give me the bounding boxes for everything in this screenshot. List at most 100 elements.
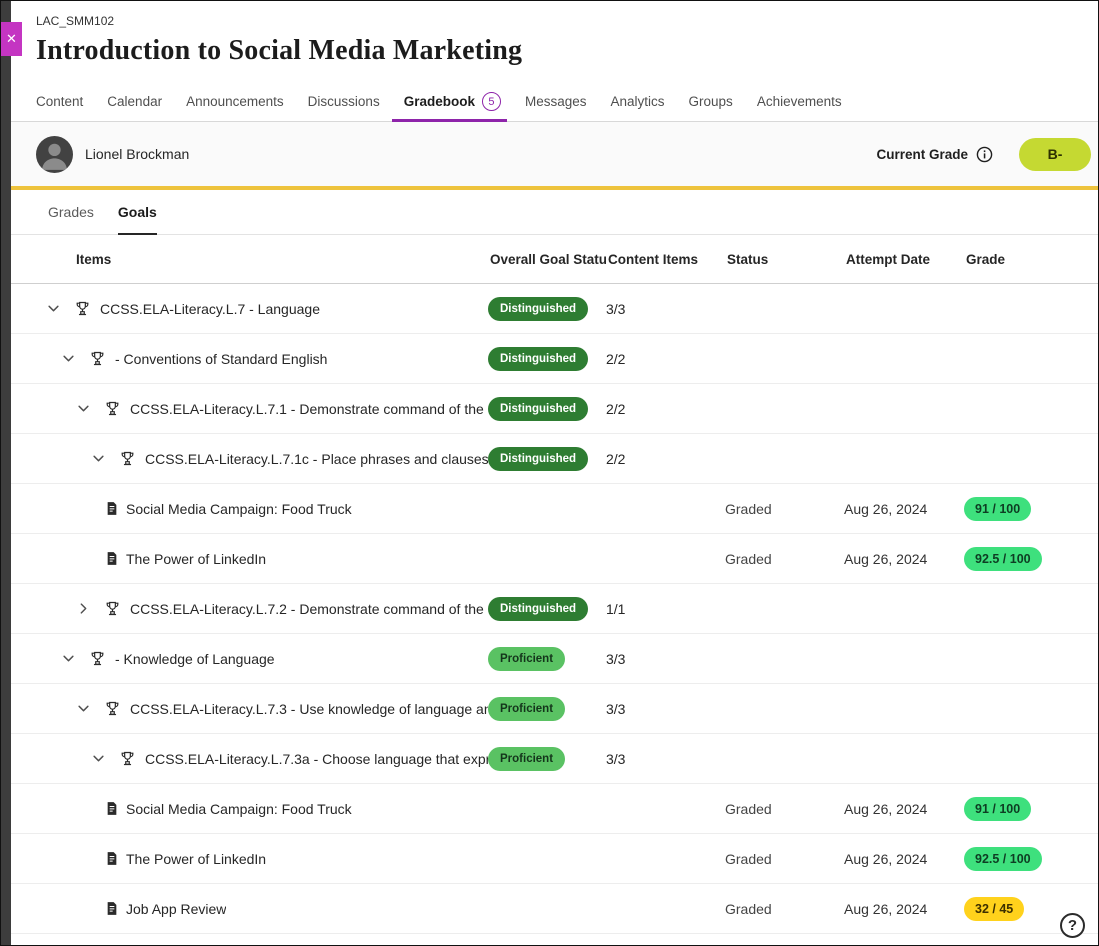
goal-row: - Knowledge of LanguageProficient3/3 [11,634,1098,684]
items-cell: CCSS.ELA-Literacy.L.7.3a - Choose langua… [11,750,488,767]
goal-trophy-icon [74,300,91,317]
attempt-date-cell: Aug 26, 2024 [844,551,964,567]
grade-cell: 92.5 / 100 [964,847,1098,871]
collapse-chevron-icon[interactable] [46,301,61,316]
items-cell: CCSS.ELA-Literacy.L.7.3 - Use knowledge … [11,700,488,717]
content-items-count: 3/3 [606,651,725,667]
student-name: Lionel Brockman [85,146,189,162]
goal-label: CCSS.ELA-Literacy.L.7.2 - Demonstrate co… [130,601,488,617]
collapse-chevron-icon[interactable] [61,351,76,366]
goal-row: CCSS.ELA-Literacy.L.7.1 - Demonstrate co… [11,384,1098,434]
content-items-count: 3/3 [606,751,725,767]
goal-status-badge: Distinguished [488,297,588,321]
grade-pill[interactable]: 32 / 45 [964,897,1024,921]
status-cell: Graded [725,901,844,917]
goal-trophy-icon [119,450,136,467]
content-item-link[interactable]: Social Media Campaign: Food Truck [126,501,352,517]
tab-achievements[interactable]: Achievements [745,82,854,121]
tab-messages[interactable]: Messages [513,82,599,121]
attempt-date-cell: Aug 26, 2024 [844,801,964,817]
nav-item-label: Discussions [308,94,380,109]
panel-close-button[interactable]: ✕ [1,22,22,56]
content-items-count: 2/2 [606,351,725,367]
subtab-goals[interactable]: Goals [118,190,157,234]
items-cell: Social Media Campaign: Food Truck [11,800,488,817]
info-icon[interactable] [976,146,993,163]
content-items-count: 2/2 [606,401,725,417]
tab-analytics[interactable]: Analytics [599,82,677,121]
content-item-link[interactable]: The Power of LinkedIn [126,551,266,567]
goal-status-badge: Distinguished [488,447,588,471]
attempt-date-cell: Aug 26, 2024 [844,501,964,517]
content-items-count: 3/3 [606,701,725,717]
column-header-attempt-date: Attempt Date [844,252,964,267]
subtab-grades[interactable]: Grades [48,190,94,234]
items-cell: Social Media Campaign: Food Truck [11,500,488,517]
column-header-items: Items [11,252,488,267]
status-cell: Graded [725,851,844,867]
goal-status-cell: Proficient [488,697,606,721]
column-header-overall-goal-status: Overall Goal Status [488,252,606,267]
goal-row: CCSS.ELA-Literacy.L.7.3a - Choose langua… [11,734,1098,784]
goals-table-header: ItemsOverall Goal StatusContent ItemsSta… [11,235,1098,284]
content-item-link[interactable]: Job App Review [126,901,226,917]
goal-trophy-icon [104,700,121,717]
avatar [36,136,73,173]
items-cell: Job App Review [11,900,488,917]
nav-item-label: Analytics [611,94,665,109]
current-grade-pill[interactable]: B- [1019,138,1091,171]
goal-status-cell: Distinguished [488,597,606,621]
item-row: The Power of LinkedInGradedAug 26, 20249… [11,834,1098,884]
grade-pill[interactable]: 91 / 100 [964,797,1031,821]
gradebook-subtabs: Grades Goals [11,190,1098,235]
goal-status-cell: Proficient [488,647,606,671]
column-header-grade: Grade [964,252,1098,267]
goal-label: CCSS.ELA-Literacy.L.7.1 - Demonstrate co… [130,401,488,417]
tab-groups[interactable]: Groups [677,82,745,121]
document-icon [104,800,120,817]
goal-status-badge: Distinguished [488,597,588,621]
document-icon [104,900,120,917]
goal-status-badge: Proficient [488,697,565,721]
goal-label: CCSS.ELA-Literacy.L.7.3a - Choose langua… [145,751,488,767]
document-icon [104,500,120,517]
collapse-chevron-icon[interactable] [91,751,106,766]
items-cell: CCSS.ELA-Literacy.L.7.1c - Place phrases… [11,450,488,467]
collapse-chevron-icon[interactable] [76,701,91,716]
content-item-link[interactable]: The Power of LinkedIn [126,851,266,867]
nav-item-label: Groups [689,94,733,109]
tab-discussions[interactable]: Discussions [296,82,392,121]
course-panel: LAC_SMM102 Introduction to Social Media … [11,1,1098,945]
goal-row: CCSS.ELA-Literacy.L.7.1c - Place phrases… [11,434,1098,484]
goal-trophy-icon [119,750,136,767]
collapse-chevron-icon[interactable] [61,651,76,666]
goal-status-cell: Distinguished [488,397,606,421]
items-cell: The Power of LinkedIn [11,550,488,567]
goal-status-cell: Proficient [488,747,606,771]
page-title: Introduction to Social Media Marketing [36,35,1073,67]
grade-pill[interactable]: 91 / 100 [964,497,1031,521]
goal-status-cell: Distinguished [488,347,606,371]
status-cell: Graded [725,801,844,817]
tab-gradebook[interactable]: Gradebook5 [392,82,513,121]
collapse-chevron-icon[interactable] [91,451,106,466]
grade-cell: 92.5 / 100 [964,547,1098,571]
document-icon [104,850,120,867]
expand-chevron-icon[interactable] [76,601,91,616]
grade-cell: 91 / 100 [964,797,1098,821]
goal-row: CCSS.ELA-Literacy.L.7.2 - Demonstrate co… [11,584,1098,634]
tab-announcements[interactable]: Announcements [174,82,296,121]
background-page-edge [1,1,11,945]
content-items-count: 3/3 [606,301,725,317]
goal-row: - Conventions of Standard EnglishDisting… [11,334,1098,384]
grade-pill[interactable]: 92.5 / 100 [964,847,1042,871]
content-item-link[interactable]: Social Media Campaign: Food Truck [126,801,352,817]
grade-pill[interactable]: 92.5 / 100 [964,547,1042,571]
goal-status-badge: Proficient [488,647,565,671]
question-mark-icon: ? [1068,917,1077,934]
tab-calendar[interactable]: Calendar [95,82,174,121]
grade-cell: 91 / 100 [964,497,1098,521]
help-button[interactable]: ? [1060,913,1085,938]
tab-content[interactable]: Content [36,82,95,121]
collapse-chevron-icon[interactable] [76,401,91,416]
